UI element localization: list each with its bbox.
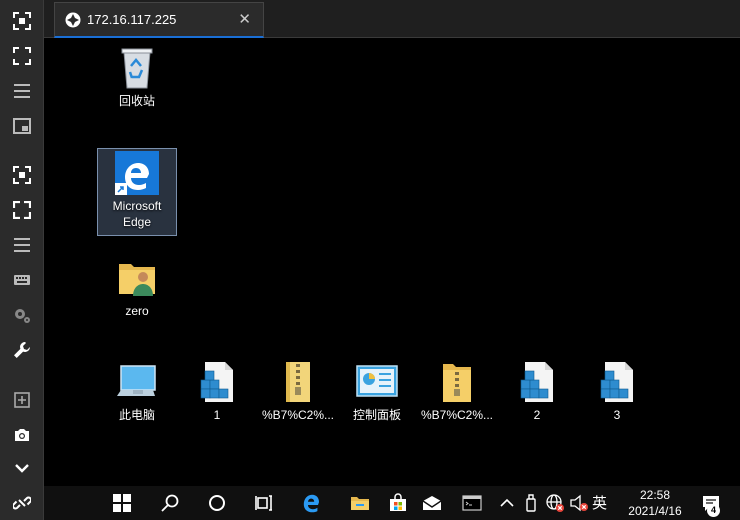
edge-icon xyxy=(115,151,159,195)
desktop-icon-user-folder[interactable]: zero xyxy=(97,256,177,319)
edge-icon xyxy=(303,494,319,513)
remote-toolbar xyxy=(0,0,44,520)
remote-desktop[interactable]: 回收站 Microsoft Edge zero 此电脑 1 %B7%C2%...… xyxy=(44,38,740,486)
network-status[interactable] xyxy=(544,486,566,520)
zip-label: %B7%C2%... xyxy=(261,408,335,422)
desktop-icon-reg-2[interactable]: 2 xyxy=(497,360,577,423)
mail-icon xyxy=(422,496,442,510)
clock-date: 2021/4/16 xyxy=(628,504,682,518)
control-panel-label: 控制面板 xyxy=(352,408,401,422)
usb-eject[interactable] xyxy=(520,486,542,520)
disconnect-icon[interactable] xyxy=(0,488,44,518)
camera-icon[interactable] xyxy=(0,420,44,450)
registry-file-icon xyxy=(600,362,633,402)
user-folder-label: zero xyxy=(125,304,149,318)
window-icon[interactable] xyxy=(0,111,44,141)
reg-2-label: 2 xyxy=(533,408,541,422)
reg-1-label: 1 xyxy=(213,408,221,422)
recycle-bin-label: 回收站 xyxy=(118,94,155,108)
reg-3-label: 3 xyxy=(613,408,621,422)
wrench-icon[interactable] xyxy=(0,335,44,365)
search-button[interactable] xyxy=(150,486,190,520)
task-view-button[interactable] xyxy=(244,486,284,520)
cortana-button[interactable] xyxy=(197,486,237,520)
network-globe-icon xyxy=(546,494,564,512)
windows-logo-icon xyxy=(113,494,131,512)
desktop-icon-reg-1[interactable]: 1 xyxy=(177,360,257,423)
desktop-icon-zip[interactable]: %B7%C2%... xyxy=(258,360,338,423)
volume-muted-icon xyxy=(570,494,588,512)
taskbar-file-explorer[interactable] xyxy=(340,486,380,520)
taskbar-cmd[interactable] xyxy=(452,486,492,520)
search-icon xyxy=(161,494,179,512)
cortana-icon xyxy=(209,495,225,511)
desktop-icon-edge[interactable]: Microsoft Edge xyxy=(97,148,177,236)
notification-count-badge: 4 xyxy=(707,504,720,517)
fit-screen-icon[interactable] xyxy=(0,6,44,36)
folder-zip-label: %B7%C2%... xyxy=(420,408,494,422)
user-folder-icon xyxy=(119,264,155,296)
desktop-icon-this-pc[interactable]: 此电脑 xyxy=(97,360,177,423)
folder-zip-icon xyxy=(443,364,471,402)
keyboard-icon[interactable] xyxy=(0,265,44,295)
show-hidden-icons[interactable] xyxy=(496,486,518,520)
desktop-icon-recycle-bin[interactable]: 回收站 xyxy=(97,46,177,109)
command-prompt-icon xyxy=(462,495,482,511)
store-icon xyxy=(390,493,406,511)
expand-icon[interactable] xyxy=(0,195,44,225)
desktop-icon-folder-zip[interactable]: %B7%C2%... xyxy=(417,360,497,423)
taskbar-mail[interactable] xyxy=(412,486,452,520)
chevron-down-icon[interactable] xyxy=(0,453,44,483)
settings-gear-icon[interactable] xyxy=(0,300,44,330)
chevron-up-icon xyxy=(500,498,514,507)
clock-time: 22:58 xyxy=(639,488,671,502)
tab-bar: 172.16.117.225 ✕ xyxy=(44,0,740,38)
taskbar-edge[interactable] xyxy=(292,486,332,520)
tab-title: 172.16.117.225 xyxy=(87,12,177,27)
add-window-icon[interactable] xyxy=(0,385,44,415)
fullscreen-icon[interactable] xyxy=(0,41,44,71)
list-icon[interactable] xyxy=(0,230,44,260)
this-pc-label: 此电脑 xyxy=(118,408,155,422)
zip-folder-icon xyxy=(286,362,310,402)
clock[interactable]: 22:58 2021/4/16 xyxy=(620,487,690,519)
edge-label-line2: Edge xyxy=(122,215,152,229)
registry-file-icon xyxy=(520,362,553,402)
control-panel-icon xyxy=(356,365,398,397)
task-view-icon xyxy=(255,495,272,511)
menu-icon[interactable] xyxy=(0,76,44,106)
start-button[interactable] xyxy=(102,486,142,520)
recycle-bin-icon xyxy=(121,48,153,89)
windows-taskbar: 英 22:58 2021/4/16 4 xyxy=(44,486,740,520)
this-pc-icon xyxy=(117,365,156,396)
ime-indicator[interactable]: 英 xyxy=(592,492,607,513)
session-icon xyxy=(65,12,81,27)
close-icon[interactable]: ✕ xyxy=(238,12,251,28)
scale-icon[interactable] xyxy=(0,160,44,190)
desktop-icon-control-panel[interactable]: 控制面板 xyxy=(337,360,417,423)
tab-remote-session[interactable]: 172.16.117.225 ✕ xyxy=(54,2,264,38)
folder-icon xyxy=(351,497,369,510)
registry-file-icon xyxy=(200,362,233,402)
usb-icon xyxy=(526,494,536,512)
edge-label-line1: Microsoft xyxy=(112,199,162,213)
desktop-icon-reg-3[interactable]: 3 xyxy=(577,360,657,423)
volume-control[interactable] xyxy=(568,486,590,520)
